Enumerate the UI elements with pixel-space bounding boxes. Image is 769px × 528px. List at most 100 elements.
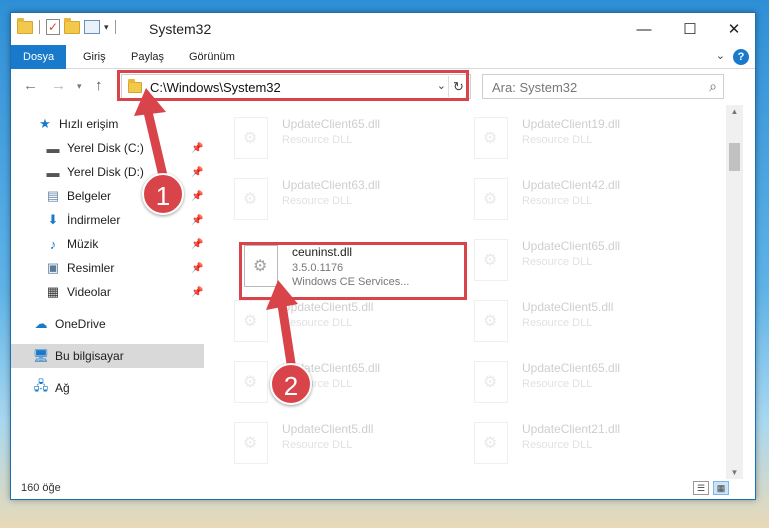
scroll-up-icon[interactable]: ▲ xyxy=(726,107,743,116)
tab-home[interactable]: Giriş xyxy=(71,45,118,69)
file-item[interactable]: UpdateClient42.dll Resource DLL xyxy=(474,174,704,226)
sidebar-item-onedrive[interactable]: ☁ OneDrive xyxy=(11,312,204,336)
maximize-button[interactable]: ☐ xyxy=(667,13,713,45)
file-name: UpdateClient65.dll xyxy=(522,361,621,375)
recent-chevron-icon[interactable]: ▾ xyxy=(77,81,82,92)
file-item[interactable]: UpdateClient65.dll Resource DLL xyxy=(234,113,464,165)
divider xyxy=(114,20,116,34)
tab-view[interactable]: Görünüm xyxy=(177,45,247,69)
file-item[interactable]: UpdateClient5.dll Resource DLL xyxy=(234,418,464,470)
sidebar-item-network[interactable]: 🖧 Ağ xyxy=(11,376,204,400)
file-item[interactable]: UpdateClient65.dll Resource DLL xyxy=(234,357,464,409)
dll-file-icon xyxy=(234,178,268,220)
close-button[interactable]: ✕ xyxy=(711,13,757,45)
back-arrow-icon[interactable]: ← xyxy=(23,77,38,94)
navigation-pane: ★ Hızlı erişim ▬ Yerel Disk (C:) 📌 ▬ Yer… xyxy=(11,105,204,477)
quick-access-toolbar: ✓ ▾ xyxy=(17,17,118,35)
details-view-icon[interactable]: ☰ xyxy=(693,481,709,495)
file-type: Resource DLL xyxy=(282,317,353,329)
tab-file[interactable]: Dosya xyxy=(11,45,67,69)
customize-icon[interactable] xyxy=(84,20,100,34)
dll-file-icon xyxy=(474,422,508,464)
file-name: UpdateClient19.dll xyxy=(522,117,621,131)
navigation-bar: ← → ▾ ↑ C:\Windows\System32 ⌄ ↻ Ara: Sys… xyxy=(11,70,755,102)
file-type: Resource DLL xyxy=(282,195,353,207)
file-type: Resource DLL xyxy=(522,256,593,268)
sidebar-item-label: Yerel Disk (C:) xyxy=(67,141,144,155)
sidebar-item-label: Yerel Disk (D:) xyxy=(67,165,144,179)
dll-file-icon xyxy=(234,422,268,464)
file-item[interactable]: UpdateClient5.dll Resource DLL xyxy=(474,296,704,348)
address-bar[interactable]: C:\Windows\System32 ⌄ ↻ xyxy=(121,74,471,99)
sidebar-item-pictures[interactable]: ▣ Resimler 📌 xyxy=(11,256,204,280)
file-type: Resource DLL xyxy=(522,195,593,207)
file-type: Resource DLL xyxy=(522,134,593,146)
file-name: UpdateClient65.dll xyxy=(282,117,381,131)
sidebar-item-local-disk-c[interactable]: ▬ Yerel Disk (C:) 📌 xyxy=(11,136,204,160)
expand-ribbon-icon[interactable]: ⌄ xyxy=(716,49,725,62)
status-bar: 160 öğe ☰ ▦ xyxy=(11,479,755,499)
documents-icon: ▤ xyxy=(46,188,60,203)
file-type: Resource DLL xyxy=(282,439,353,451)
search-icon[interactable]: ⌕ xyxy=(709,78,717,95)
forward-arrow-icon[interactable]: → xyxy=(51,77,66,94)
star-icon: ★ xyxy=(39,116,51,131)
ribbon-tabs: Dosya Giriş Paylaş Görünüm ⌄ ? xyxy=(11,45,755,69)
video-icon: ▦ xyxy=(46,284,60,299)
new-folder-icon[interactable] xyxy=(64,17,80,34)
sidebar-item-label: Videolar xyxy=(67,285,111,299)
help-icon[interactable]: ? xyxy=(733,49,749,65)
sidebar-item-music[interactable]: ♪ Müzik 📌 xyxy=(11,232,204,256)
sidebar-item-this-pc[interactable]: 🖥 Bu bilgisayar xyxy=(11,344,204,368)
sidebar-item-label: Müzik xyxy=(67,237,99,251)
sidebar-item-downloads[interactable]: ⬇ İndirmeler 📌 xyxy=(11,208,204,232)
up-arrow-icon[interactable]: ↑ xyxy=(95,77,103,94)
file-highlight-box xyxy=(239,242,467,300)
step-badge-2: 2 xyxy=(270,363,312,405)
item-count: 160 öğe xyxy=(21,482,61,494)
divider xyxy=(39,20,40,34)
properties-check-icon[interactable]: ✓ xyxy=(46,19,60,35)
scroll-thumb[interactable] xyxy=(729,143,740,171)
sidebar-item-label: Resimler xyxy=(67,261,115,275)
tiles-view-icon[interactable]: ▦ xyxy=(713,481,729,495)
file-type: Resource DLL xyxy=(522,378,593,390)
file-name: UpdateClient65.dll xyxy=(522,239,621,253)
refresh-icon[interactable]: ↻ xyxy=(448,76,468,97)
file-item[interactable]: UpdateClient65.dll Resource DLL xyxy=(474,235,704,287)
file-name: UpdateClient5.dll xyxy=(522,300,614,314)
pin-icon: 📌 xyxy=(191,262,204,274)
address-path[interactable]: C:\Windows\System32 xyxy=(150,80,281,95)
file-item[interactable]: UpdateClient65.dll Resource DLL xyxy=(474,357,704,409)
file-item[interactable]: UpdateClient63.dll Resource DLL xyxy=(234,174,464,226)
file-item[interactable]: UpdateClient5.dll Resource DLL xyxy=(234,296,464,348)
sidebar-item-label: Ağ xyxy=(55,381,70,395)
address-dropdown-icon[interactable]: ⌄ xyxy=(437,79,446,92)
search-input[interactable]: Ara: System32 ⌕ xyxy=(482,74,724,99)
download-icon: ⬇ xyxy=(47,212,59,227)
folder-icon xyxy=(128,79,142,93)
chevron-down-icon[interactable]: ▾ xyxy=(104,22,109,33)
file-item[interactable]: UpdateClient21.dll Resource DLL xyxy=(474,418,704,470)
file-type: Resource DLL xyxy=(522,439,593,451)
scroll-down-icon[interactable]: ▼ xyxy=(726,468,743,477)
cloud-icon: ☁ xyxy=(34,316,48,331)
vertical-scrollbar[interactable]: ▲ ▼ xyxy=(726,105,743,479)
sidebar-item-videos[interactable]: ▦ Videolar 📌 xyxy=(11,280,204,304)
sidebar-item-label: OneDrive xyxy=(55,317,106,331)
folder-icon xyxy=(17,17,33,34)
pin-icon: 📌 xyxy=(191,214,204,226)
sidebar-item-label: Hızlı erişim xyxy=(59,117,119,131)
network-icon: 🖧 xyxy=(33,378,49,393)
sidebar-item-label: Belgeler xyxy=(67,189,112,203)
dll-file-icon xyxy=(474,239,508,281)
file-item[interactable]: UpdateClient19.dll Resource DLL xyxy=(474,113,704,165)
dll-file-icon xyxy=(474,361,508,403)
sidebar-item-quick-access[interactable]: ★ Hızlı erişim xyxy=(11,112,204,136)
dll-file-icon xyxy=(474,178,508,220)
tab-share[interactable]: Paylaş xyxy=(119,45,176,69)
file-name: UpdateClient5.dll xyxy=(282,300,374,314)
dll-file-icon xyxy=(474,117,508,159)
sidebar-item-label: İndirmeler xyxy=(67,213,121,227)
minimize-button[interactable]: — xyxy=(621,13,667,45)
